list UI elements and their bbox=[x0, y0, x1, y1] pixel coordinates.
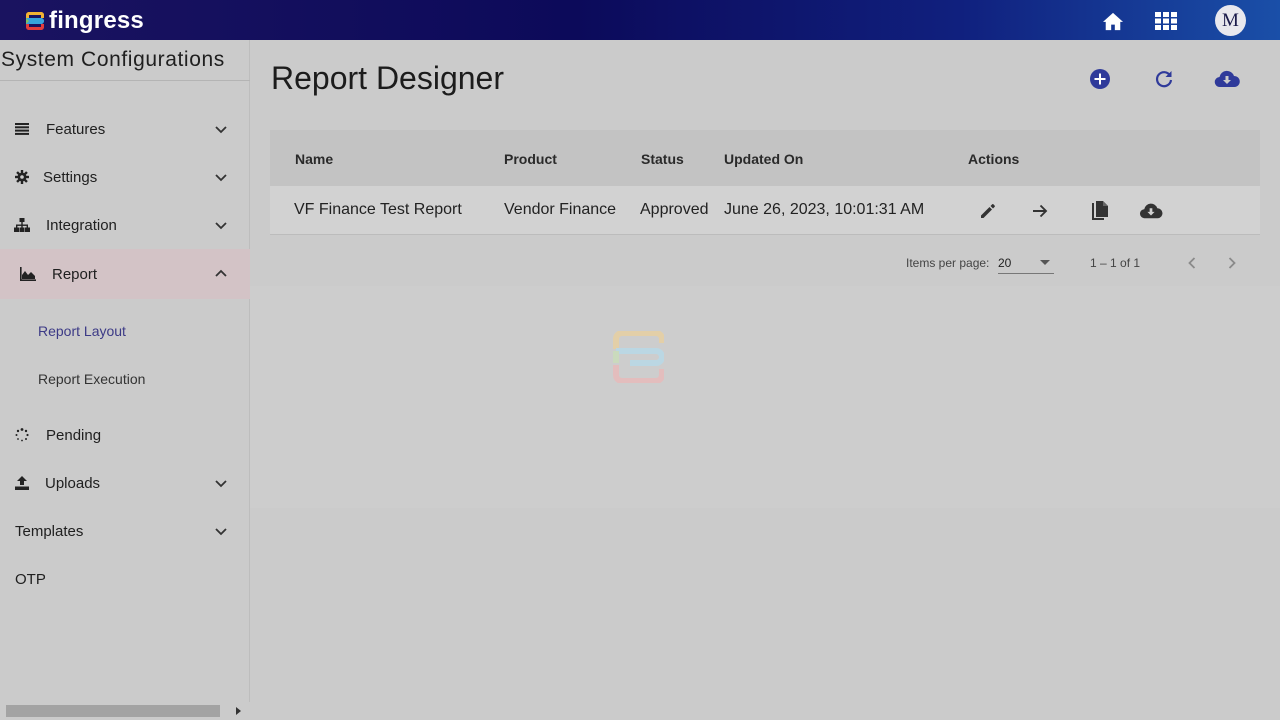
brand-logo[interactable]: fingress bbox=[24, 8, 144, 34]
paginator: Items per page: 20 1 – 1 of 1 bbox=[270, 240, 1260, 286]
sidebar-item-integration[interactable]: Integration bbox=[0, 201, 250, 249]
sidebar-item-report[interactable]: Report bbox=[0, 249, 250, 299]
sidebar-subitem-label: Report Execution bbox=[38, 371, 146, 387]
spinner-icon bbox=[14, 427, 30, 443]
cloud-download-icon bbox=[1214, 70, 1240, 88]
user-avatar[interactable]: M bbox=[1215, 5, 1246, 36]
refresh-button[interactable] bbox=[1151, 66, 1177, 92]
arrow-right-icon bbox=[1033, 204, 1048, 218]
cell-status: Approved bbox=[640, 201, 709, 218]
next-page-button[interactable] bbox=[1223, 254, 1241, 272]
chevron-left-icon bbox=[1188, 257, 1196, 269]
cell-updated-on: June 26, 2023, 10:01:31 AM bbox=[724, 201, 925, 218]
row-download-button[interactable] bbox=[1139, 199, 1163, 223]
gear-icon bbox=[14, 169, 30, 185]
sidebar-item-label: OTP bbox=[15, 570, 46, 588]
apps-grid-icon[interactable] bbox=[1155, 10, 1177, 32]
upload-icon bbox=[14, 475, 30, 491]
items-per-page-label: Items per page: bbox=[906, 256, 990, 270]
copy-button[interactable] bbox=[1088, 199, 1112, 223]
sidebar-title: System Configurations bbox=[1, 48, 225, 71]
sidebar-divider bbox=[0, 80, 250, 81]
brand-name: fingress bbox=[49, 7, 144, 34]
sidebar-item-label: Report bbox=[52, 265, 98, 283]
sidebar-item-label: Settings bbox=[43, 168, 98, 186]
sidebar-item-label: Templates bbox=[15, 522, 84, 540]
cell-product: Vendor Finance bbox=[504, 201, 617, 218]
sidebar-item-pending[interactable]: Pending bbox=[0, 411, 250, 459]
download-button[interactable] bbox=[1214, 66, 1240, 92]
chevron-down-icon bbox=[215, 480, 227, 488]
sidebar-item-label: Features bbox=[46, 120, 106, 138]
add-report-button[interactable] bbox=[1087, 66, 1113, 92]
sidebar-subitem-report-execution[interactable]: Report Execution bbox=[0, 355, 250, 403]
chevron-right-icon bbox=[1228, 257, 1236, 269]
sidebar-item-label: Pending bbox=[46, 426, 102, 444]
dropdown-caret-icon bbox=[1040, 260, 1050, 265]
column-header-product[interactable]: Product bbox=[504, 151, 557, 167]
sidebar-item-uploads[interactable]: Uploads bbox=[0, 459, 250, 507]
table-header: Name Product Status Updated On Actions bbox=[270, 130, 1260, 186]
home-icon[interactable] bbox=[1102, 10, 1124, 32]
scrollbar-thumb[interactable] bbox=[6, 705, 220, 717]
column-header-name[interactable]: Name bbox=[295, 151, 333, 167]
sidebar-item-features[interactable]: Features bbox=[0, 105, 250, 153]
page-size-value: 20 bbox=[998, 256, 1012, 270]
sidebar-subitem-label: Report Layout bbox=[38, 323, 126, 339]
column-header-status[interactable]: Status bbox=[641, 151, 684, 167]
sidebar-subitem-report-layout[interactable]: Report Layout bbox=[0, 307, 250, 355]
sidebar-item-label: Uploads bbox=[45, 474, 101, 492]
scroll-right-arrow-icon[interactable] bbox=[236, 707, 241, 715]
sitemap-icon bbox=[14, 217, 30, 233]
cell-name: VF Finance Test Report bbox=[294, 201, 462, 218]
chevron-down-icon bbox=[215, 222, 227, 230]
add-circle-icon bbox=[1090, 69, 1110, 89]
list-icon bbox=[14, 121, 30, 137]
column-header-actions: Actions bbox=[968, 151, 1020, 167]
chevron-down-icon bbox=[215, 126, 227, 134]
top-app-bar: fingress M bbox=[0, 0, 1280, 40]
chevron-down-icon bbox=[215, 528, 227, 536]
loading-logo-icon bbox=[613, 331, 664, 383]
proceed-button[interactable] bbox=[1028, 199, 1052, 223]
cloud-download-icon bbox=[1139, 203, 1163, 219]
area-chart-icon bbox=[20, 266, 36, 282]
sidebar-item-settings[interactable]: Settings bbox=[0, 153, 250, 201]
previous-page-button[interactable] bbox=[1183, 254, 1201, 272]
copy-icon bbox=[1092, 201, 1108, 220]
sidebar-item-label: Integration bbox=[46, 216, 117, 234]
column-header-updated-on[interactable]: Updated On bbox=[724, 151, 803, 167]
refresh-icon bbox=[1155, 71, 1173, 88]
page-size-select[interactable]: 20 bbox=[998, 252, 1054, 274]
fingress-logo-icon bbox=[24, 10, 46, 32]
table-row[interactable]: VF Finance Test Report Vendor Finance Ap… bbox=[270, 186, 1260, 235]
sidebar: System Configurations Features Settings … bbox=[0, 40, 250, 720]
edit-icon bbox=[981, 204, 995, 218]
page-range-label: 1 – 1 of 1 bbox=[1090, 256, 1141, 270]
sidebar-item-templates[interactable]: Templates bbox=[0, 507, 250, 555]
page-title: Report Designer bbox=[271, 60, 504, 96]
sidebar-item-otp[interactable]: OTP bbox=[0, 555, 250, 603]
sidebar-horizontal-scrollbar[interactable] bbox=[0, 702, 250, 720]
loading-overlay bbox=[250, 286, 1280, 508]
chevron-down-icon bbox=[215, 174, 227, 182]
edit-button[interactable] bbox=[976, 199, 1000, 223]
chevron-up-icon bbox=[215, 269, 227, 277]
